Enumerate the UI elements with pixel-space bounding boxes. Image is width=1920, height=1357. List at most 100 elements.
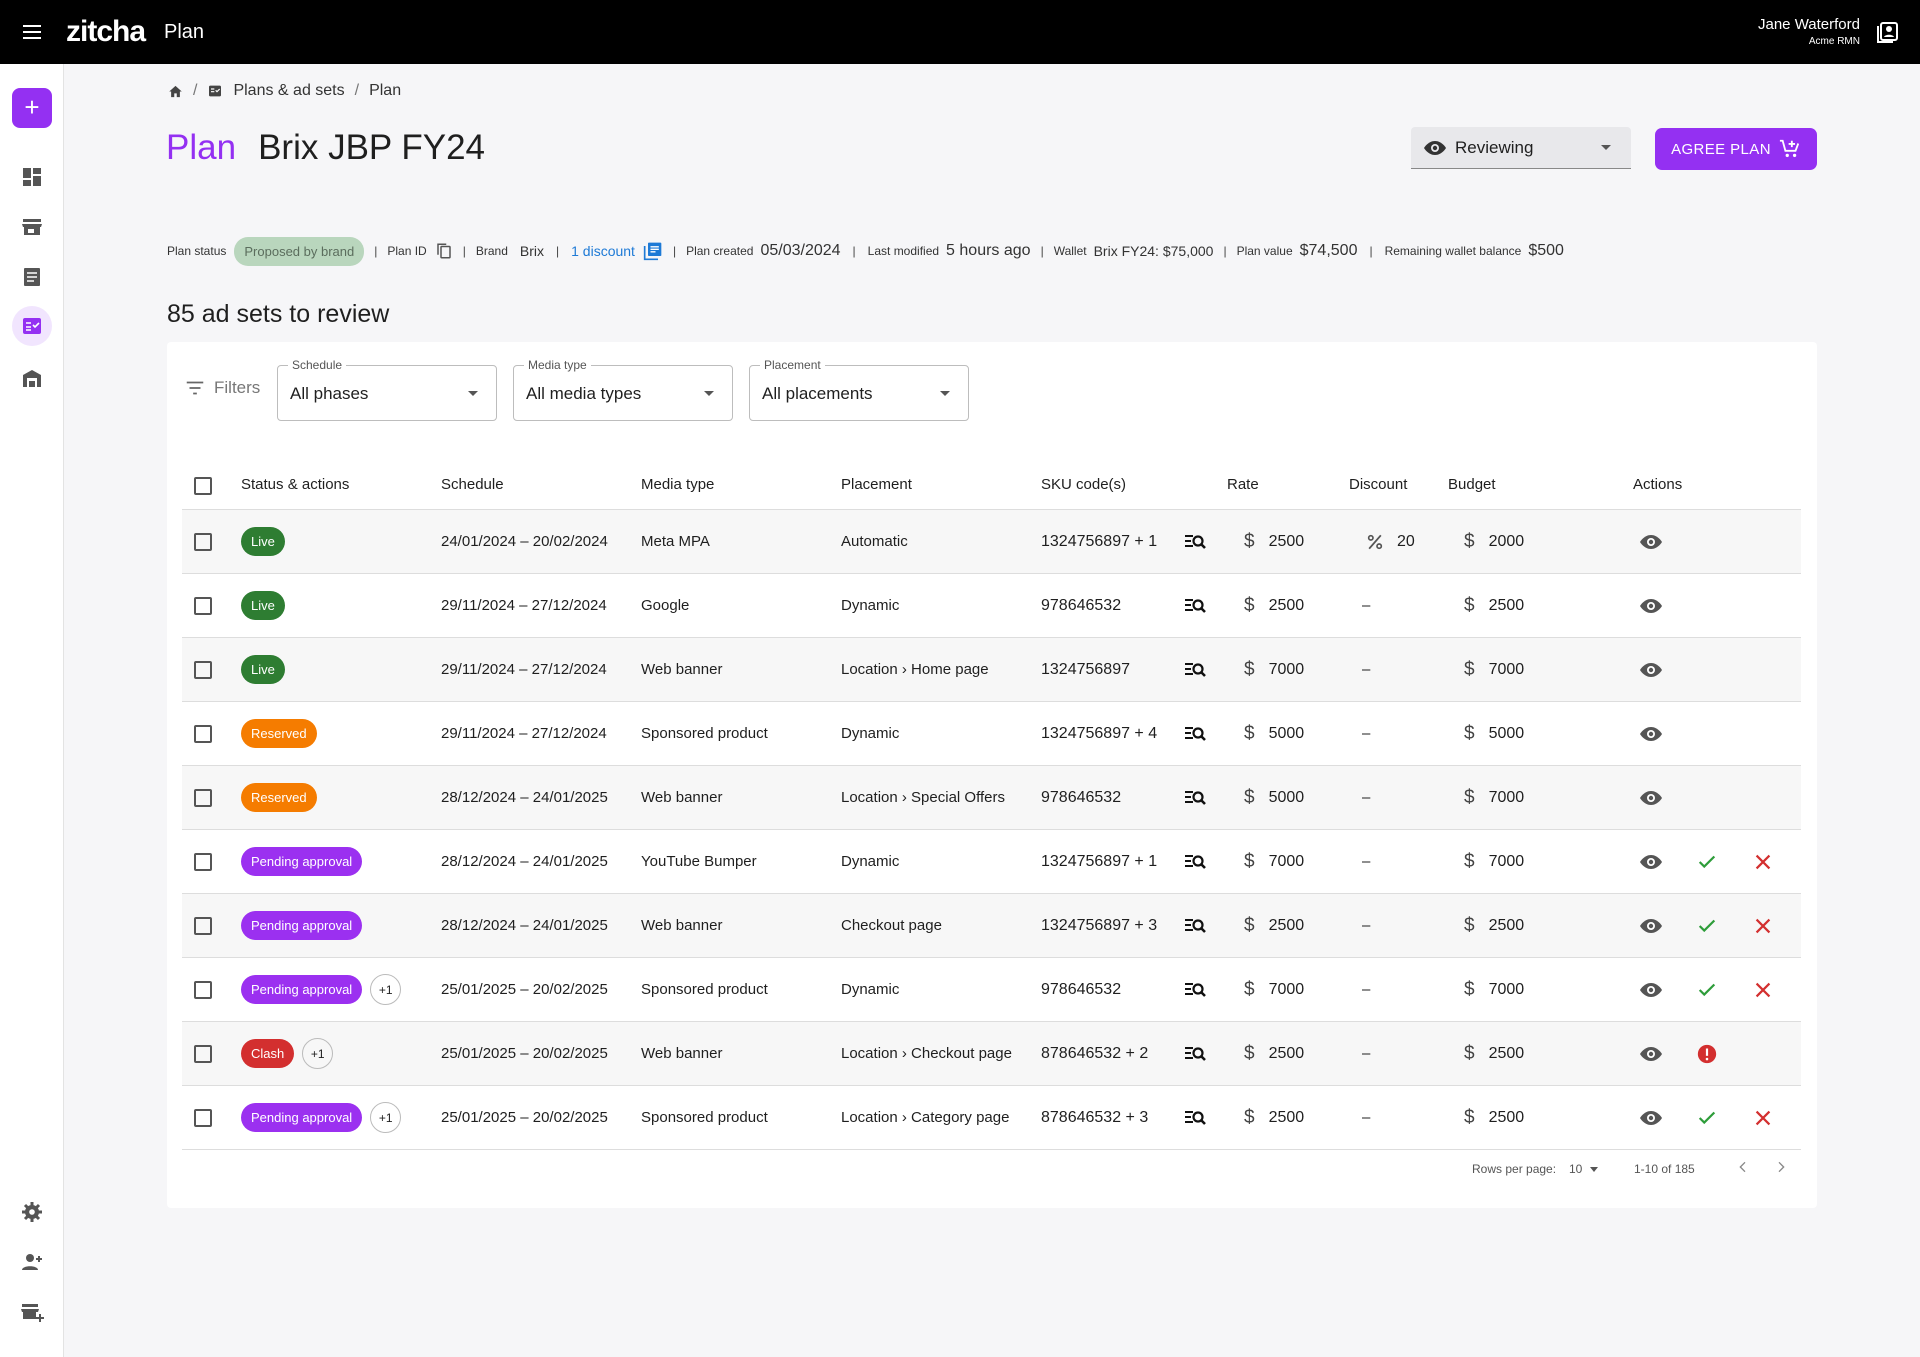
row-checkbox[interactable] — [194, 1044, 212, 1063]
view-eye-icon[interactable] — [1639, 638, 1663, 701]
row-checkbox[interactable] — [194, 596, 212, 615]
user-name: Jane Waterford — [1758, 16, 1860, 33]
table-row[interactable]: Live 29/11/2024 – 27/12/2024 Google Dynamic… — [182, 574, 1801, 638]
prev-page-icon[interactable] — [1735, 1159, 1751, 1175]
header-status[interactable]: Status & actions — [241, 476, 349, 493]
home-icon[interactable] — [168, 84, 183, 99]
review-status-select[interactable]: Reviewing — [1411, 127, 1631, 169]
row-checkbox[interactable] — [194, 852, 212, 871]
table-row[interactable]: Reserved 29/11/2024 – 27/12/2024 Sponsored… — [182, 702, 1801, 766]
table-row[interactable]: Pending approval +1 25/01/2025 – 20/02/202… — [182, 958, 1801, 1022]
next-page-icon[interactable] — [1773, 1159, 1789, 1175]
header-budget[interactable]: Budget — [1448, 476, 1496, 493]
sidebar: + — [0, 64, 64, 1357]
clash-alert-icon[interactable] — [1696, 1022, 1718, 1085]
sku-search-icon[interactable] — [1183, 958, 1207, 1021]
brand-label: Brand — [475, 244, 508, 258]
discount-link[interactable]: 1 discount — [571, 243, 635, 259]
more-status-chip[interactable]: +1 — [370, 974, 402, 1005]
approve-check-icon[interactable] — [1696, 894, 1718, 957]
sku-search-icon[interactable] — [1183, 702, 1207, 765]
header-rate[interactable]: Rate — [1227, 476, 1259, 493]
percent-icon — [1365, 532, 1385, 552]
breadcrumb-plans-link[interactable]: Plans & ad sets — [233, 82, 344, 100]
view-eye-icon[interactable] — [1639, 510, 1663, 573]
sku-search-icon[interactable] — [1183, 574, 1207, 637]
header-sku[interactable]: SKU code(s) — [1041, 476, 1126, 493]
sku-cell: 1324756897 + 1 — [1041, 852, 1158, 870]
warehouse-icon[interactable] — [20, 366, 44, 390]
add-store-icon[interactable] — [20, 1300, 44, 1324]
media-type-filter-select[interactable]: Media type All media types — [513, 358, 733, 421]
agree-plan-button[interactable]: AGREE PLAN — [1655, 128, 1817, 170]
row-checkbox[interactable] — [194, 660, 212, 679]
table-row[interactable]: Pending approval 28/12/2024 – 24/01/2025 Y… — [182, 830, 1801, 894]
view-eye-icon[interactable] — [1639, 830, 1663, 893]
sku-search-icon[interactable] — [1183, 1086, 1207, 1149]
view-eye-icon[interactable] — [1639, 894, 1663, 957]
sku-search-icon[interactable] — [1183, 766, 1207, 829]
sku-search-icon[interactable] — [1183, 638, 1207, 701]
row-checkbox[interactable] — [194, 532, 212, 551]
row-checkbox[interactable] — [194, 980, 212, 999]
settings-icon[interactable] — [20, 1200, 44, 1224]
header-discount[interactable]: Discount — [1349, 476, 1407, 493]
status-badge: Live — [241, 527, 285, 556]
filters-button[interactable]: Filters — [184, 377, 260, 399]
rows-per-page-select[interactable]: 10 — [1569, 1162, 1599, 1176]
select-all-checkbox[interactable] — [194, 477, 212, 495]
header-placement[interactable]: Placement — [841, 476, 912, 493]
view-eye-icon[interactable] — [1639, 574, 1663, 637]
media-type-cell: Web banner — [641, 789, 723, 806]
logo[interactable]: zitcha — [66, 15, 146, 49]
reject-close-icon[interactable] — [1752, 894, 1774, 957]
more-status-chip[interactable]: +1 — [370, 1102, 402, 1133]
placement-filter-select[interactable]: Placement All placements — [749, 358, 969, 421]
more-status-chip[interactable]: +1 — [302, 1038, 334, 1069]
row-checkbox[interactable] — [194, 1108, 212, 1127]
reject-close-icon[interactable] — [1752, 1086, 1774, 1149]
table-row[interactable]: Live 24/01/2024 – 20/02/2024 Meta MPA Autom… — [182, 510, 1801, 574]
discount-icon[interactable] — [643, 241, 663, 261]
user-info[interactable]: Jane Waterford Acme RMN — [1758, 16, 1860, 47]
view-eye-icon[interactable] — [1639, 766, 1663, 829]
sku-search-icon[interactable] — [1183, 1022, 1207, 1085]
header-media-type[interactable]: Media type — [641, 476, 714, 493]
discount-cell: – — [1362, 789, 1371, 806]
row-checkbox[interactable] — [194, 788, 212, 807]
row-checkbox[interactable] — [194, 916, 212, 935]
sku-search-icon[interactable] — [1183, 894, 1207, 957]
view-eye-icon[interactable] — [1639, 1086, 1663, 1149]
approve-check-icon[interactable] — [1696, 830, 1718, 893]
table-row[interactable]: Live 29/11/2024 – 27/12/2024 Web banner Loc… — [182, 638, 1801, 702]
approve-check-icon[interactable] — [1696, 958, 1718, 1021]
menu-icon[interactable] — [20, 20, 44, 44]
row-checkbox[interactable] — [194, 724, 212, 743]
create-button[interactable]: + — [12, 88, 52, 128]
reject-close-icon[interactable] — [1752, 958, 1774, 1021]
copy-icon[interactable] — [435, 242, 453, 260]
placement-cell: Dynamic — [841, 597, 900, 614]
sku-search-icon[interactable] — [1183, 830, 1207, 893]
schedule-filter-select[interactable]: Schedule All phases — [277, 358, 497, 421]
table-row[interactable]: Pending approval 28/12/2024 – 24/01/2025 W… — [182, 894, 1801, 958]
add-user-icon[interactable] — [20, 1250, 44, 1274]
approve-check-icon[interactable] — [1696, 1086, 1718, 1149]
table-row[interactable]: Pending approval +1 25/01/2025 – 20/02/202… — [182, 1086, 1801, 1150]
account-icon[interactable] — [1876, 20, 1900, 44]
reject-close-icon[interactable] — [1752, 830, 1774, 893]
view-eye-icon[interactable] — [1639, 958, 1663, 1021]
view-eye-icon[interactable] — [1639, 1022, 1663, 1085]
list-icon[interactable] — [20, 265, 44, 289]
store-icon[interactable] — [20, 215, 44, 239]
table-row[interactable]: Clash +1 25/01/2025 – 20/02/2025 Web banner… — [182, 1022, 1801, 1086]
view-eye-icon[interactable] — [1639, 702, 1663, 765]
dashboard-icon[interactable] — [20, 165, 44, 189]
header-schedule[interactable]: Schedule — [441, 476, 504, 493]
status-badge: Live — [241, 591, 285, 620]
table-row[interactable]: Reserved 28/12/2024 – 24/01/2025 Web banne… — [182, 766, 1801, 830]
schedule-cell: 29/11/2024 – 27/12/2024 — [441, 725, 607, 742]
plans-icon[interactable] — [20, 314, 44, 338]
budget-cell: 7000 — [1488, 980, 1525, 998]
sku-search-icon[interactable] — [1183, 510, 1207, 573]
